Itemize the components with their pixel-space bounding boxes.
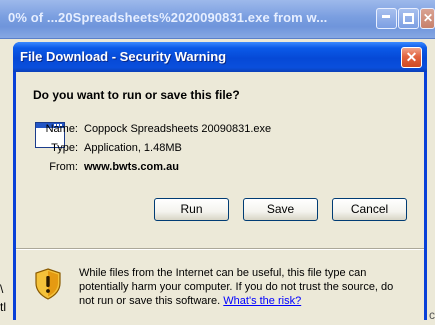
whats-the-risk-link[interactable]: What's the risk? — [223, 295, 301, 307]
from-value: www.bwts.com.au — [84, 161, 179, 173]
warning-message: While files from the Internet can be use… — [79, 266, 409, 308]
cancel-button[interactable]: Cancel — [332, 198, 407, 221]
dialog-title: File Download - Security Warning — [20, 49, 227, 64]
background-text-fragment: tl — [0, 300, 6, 314]
background-close-button[interactable]: ✕ — [420, 8, 435, 29]
minimize-button[interactable] — [376, 8, 397, 29]
save-button[interactable]: Save — [243, 198, 318, 221]
maximize-icon — [403, 13, 414, 24]
background-titlebar[interactable]: 0% of ...20Spreadsheets%2020090831.exe f… — [0, 0, 435, 39]
from-label: From: — [49, 161, 78, 173]
type-label: Type: — [51, 142, 78, 154]
name-value: Coppock Spreadsheets 20090831.exe — [84, 123, 272, 135]
dialog-body: Do you want to run or save this file? Na… — [16, 72, 424, 320]
name-label: Name: — [45, 123, 78, 135]
background-text-fragment: c — [429, 308, 435, 322]
background-text-fragment: \ — [0, 282, 4, 296]
type-value: Application, 1.48MB — [84, 142, 182, 154]
divider — [16, 248, 424, 250]
background-window-title: 0% of ...20Spreadsheets%2020090831.exe f… — [8, 10, 328, 25]
dialog-titlebar[interactable]: File Download - Security Warning ✕ — [13, 42, 427, 72]
run-button[interactable]: Run — [154, 198, 229, 221]
security-warning-dialog: File Download - Security Warning ✕ Do yo… — [13, 42, 427, 320]
dialog-question: Do you want to run or save this file? — [33, 88, 240, 102]
dialog-close-button[interactable]: ✕ — [401, 47, 422, 68]
maximize-button[interactable] — [398, 8, 419, 29]
minimize-icon — [382, 15, 390, 18]
close-icon: ✕ — [423, 11, 434, 25]
security-shield-icon — [35, 268, 61, 300]
